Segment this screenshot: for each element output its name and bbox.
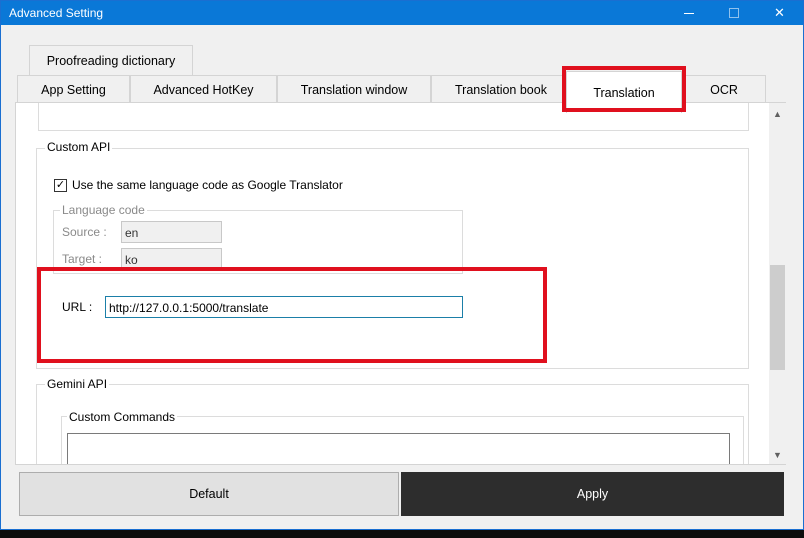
custom-commands-label: Custom Commands (67, 410, 178, 424)
window-title: Advanced Setting (9, 6, 104, 20)
apply-button[interactable]: Apply (401, 472, 784, 516)
source-language-field[interactable]: en (121, 221, 222, 243)
language-code-label: Language code (60, 203, 147, 217)
same-language-checkbox-label: Use the same language code as Google Tra… (72, 178, 343, 192)
advanced-setting-window: Advanced Setting ✕ Proofreading dictiona… (0, 0, 804, 530)
language-code-group (53, 210, 463, 274)
same-language-checkbox[interactable]: ✓ (54, 179, 67, 192)
tab-app-setting[interactable]: App Setting (17, 75, 130, 103)
close-icon[interactable]: ✕ (757, 1, 802, 25)
url-label: URL : (62, 300, 93, 314)
minimize-icon[interactable] (666, 1, 711, 25)
target-label: Target : (62, 252, 103, 266)
tab-advanced-hotkey[interactable]: Advanced HotKey (130, 75, 277, 103)
default-button[interactable]: Default (19, 472, 399, 516)
tab-ocr[interactable]: OCR (682, 75, 766, 103)
maximize-icon[interactable] (711, 1, 756, 25)
gemini-api-label: Gemini API (45, 377, 110, 391)
url-input[interactable]: http://127.0.0.1:5000/translate (105, 296, 463, 318)
tab-translation-book[interactable]: Translation book (431, 75, 571, 103)
tab-translation[interactable]: Translation (566, 71, 682, 113)
source-label: Source : (62, 225, 107, 239)
custom-api-label: Custom API (45, 140, 113, 154)
scroll-up-icon[interactable]: ▲ (769, 105, 786, 122)
translation-settings-panel: Custom API ✓ Use the same language code … (15, 102, 786, 465)
title-bar[interactable]: Advanced Setting ✕ (1, 1, 803, 25)
scroll-down-icon[interactable]: ▼ (769, 446, 786, 463)
tab-proofreading-dictionary[interactable]: Proofreading dictionary (29, 45, 193, 75)
target-language-field[interactable]: ko (121, 248, 222, 270)
tab-translation-window[interactable]: Translation window (277, 75, 431, 103)
custom-commands-textarea[interactable] (67, 433, 730, 464)
scrollbar-thumb[interactable] (770, 265, 785, 370)
vertical-scrollbar[interactable]: ▲ ▼ (769, 103, 786, 464)
